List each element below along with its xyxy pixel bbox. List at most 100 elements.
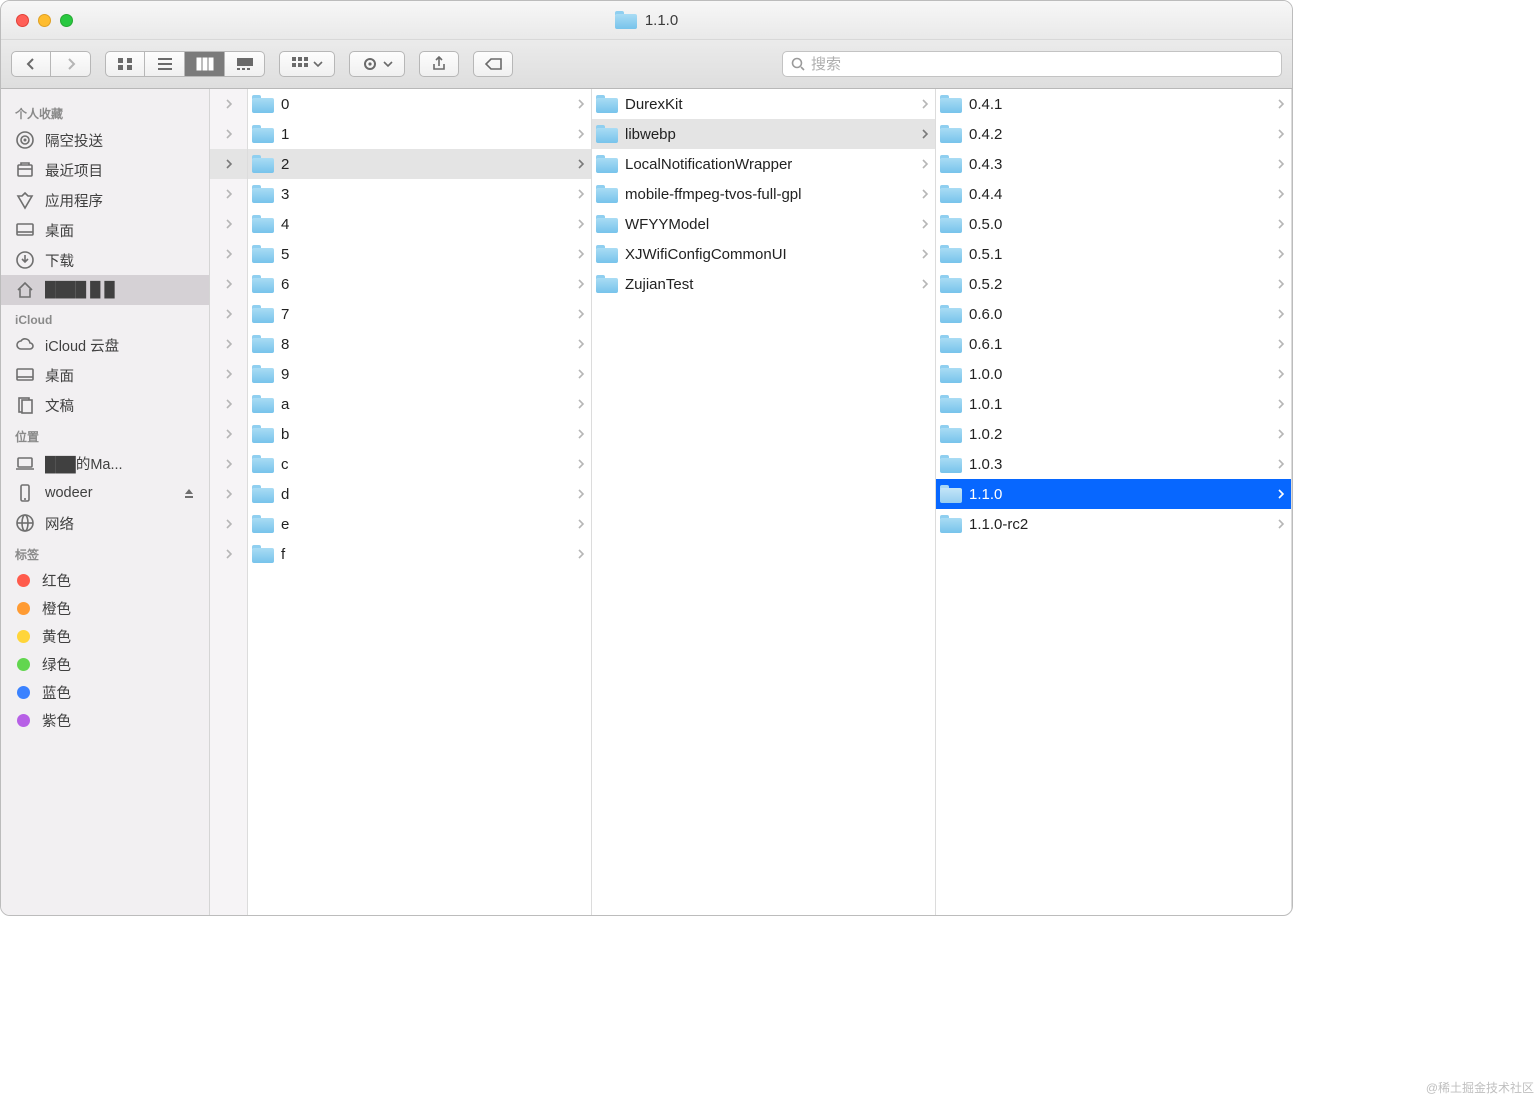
folder-row[interactable]: 8 [248, 329, 591, 359]
column-nav-chevron[interactable] [210, 449, 247, 479]
view-icons-button[interactable] [105, 51, 145, 77]
folder-row[interactable]: 0.4.2 [936, 119, 1291, 149]
column-nav-chevron[interactable] [210, 389, 247, 419]
close-button[interactable] [16, 14, 29, 27]
tag-item[interactable]: 橙色 [1, 594, 209, 622]
sidebar-item[interactable]: 应用程序 [1, 185, 209, 215]
folder-row[interactable]: 1 [248, 119, 591, 149]
column-nav-chevron[interactable] [210, 479, 247, 509]
tag-button[interactable] [473, 51, 513, 77]
folder-row[interactable]: 7 [248, 299, 591, 329]
column-nav-chevron[interactable] [210, 509, 247, 539]
sidebar-item[interactable]: 桌面 [1, 215, 209, 245]
folder-row[interactable]: 5 [248, 239, 591, 269]
folder-icon [252, 155, 274, 173]
tag-item[interactable]: 绿色 [1, 650, 209, 678]
sidebar-item-label: 最近项目 [45, 160, 103, 181]
sidebar-item[interactable]: ███的Ma... [1, 448, 209, 478]
folder-row[interactable]: 3 [248, 179, 591, 209]
downloads-icon [15, 250, 35, 270]
column-nav-chevron[interactable] [210, 299, 247, 329]
search-field[interactable] [782, 51, 1282, 77]
tag-item[interactable]: 紫色 [1, 706, 209, 734]
folder-row[interactable]: 0.5.2 [936, 269, 1291, 299]
tag-item[interactable]: 黄色 [1, 622, 209, 650]
folder-row[interactable]: 0.4.4 [936, 179, 1291, 209]
column-nav-chevron[interactable] [210, 269, 247, 299]
desktop-icon [15, 220, 35, 240]
sidebar-item[interactable]: 桌面 [1, 360, 209, 390]
folder-row[interactable]: 1.1.0 [936, 479, 1291, 509]
tag-item[interactable]: 蓝色 [1, 678, 209, 706]
folder-row[interactable]: libwebp [592, 119, 935, 149]
sidebar-item[interactable]: iCloud 云盘 [1, 330, 209, 360]
column-nav-chevron[interactable] [210, 419, 247, 449]
folder-row[interactable]: f [248, 539, 591, 569]
body: 个人收藏 隔空投送最近项目应用程序桌面下载████ █ █ iCloud iCl… [1, 89, 1292, 915]
folder-row[interactable]: 1.0.1 [936, 389, 1291, 419]
share-button[interactable] [419, 51, 459, 77]
tag-dot-icon [17, 686, 30, 699]
folder-row[interactable]: XJWifiConfigCommonUI [592, 239, 935, 269]
folder-row[interactable]: 2 [248, 149, 591, 179]
sidebar-item[interactable]: 下载 [1, 245, 209, 275]
sidebar-item[interactable]: 最近项目 [1, 155, 209, 185]
folder-row[interactable]: 0.6.1 [936, 329, 1291, 359]
folder-row[interactable]: 0.5.0 [936, 209, 1291, 239]
folder-row[interactable]: 0.5.1 [936, 239, 1291, 269]
sidebar-item[interactable]: 隔空投送 [1, 125, 209, 155]
folder-row[interactable]: LocalNotificationWrapper [592, 149, 935, 179]
folder-row[interactable]: 6 [248, 269, 591, 299]
column-nav-chevron[interactable] [210, 239, 247, 269]
column-nav-chevron[interactable] [210, 329, 247, 359]
sidebar-item[interactable]: wodeer [1, 478, 209, 508]
view-gallery-button[interactable] [225, 51, 265, 77]
folder-row[interactable]: ZujianTest [592, 269, 935, 299]
back-button[interactable] [11, 51, 51, 77]
folder-icon [596, 155, 618, 173]
sidebar-item[interactable]: ████ █ █ [1, 275, 209, 305]
search-input[interactable] [811, 56, 1273, 73]
arrange-button[interactable] [279, 51, 335, 77]
column-nav-chevron[interactable] [210, 149, 247, 179]
folder-row[interactable]: a [248, 389, 591, 419]
column-nav-chevron[interactable] [210, 179, 247, 209]
tag-dot-icon [17, 714, 30, 727]
folder-row[interactable]: mobile-ffmpeg-tvos-full-gpl [592, 179, 935, 209]
column-nav-chevron[interactable] [210, 539, 247, 569]
nav-buttons [11, 51, 91, 77]
forward-button[interactable] [51, 51, 91, 77]
maximize-button[interactable] [60, 14, 73, 27]
view-columns-button[interactable] [185, 51, 225, 77]
folder-row[interactable]: 1.1.0-rc2 [936, 509, 1291, 539]
folder-row[interactable]: b [248, 419, 591, 449]
minimize-button[interactable] [38, 14, 51, 27]
folder-row[interactable]: WFYYModel [592, 209, 935, 239]
column-nav-chevron[interactable] [210, 209, 247, 239]
folder-row[interactable]: 0.6.0 [936, 299, 1291, 329]
folder-row[interactable]: d [248, 479, 591, 509]
tag-item[interactable]: 红色 [1, 566, 209, 594]
column-nav-chevron[interactable] [210, 89, 247, 119]
folder-row[interactable]: e [248, 509, 591, 539]
folder-row[interactable]: 1.0.3 [936, 449, 1291, 479]
folder-row[interactable]: 9 [248, 359, 591, 389]
folder-row[interactable]: 4 [248, 209, 591, 239]
folder-row[interactable]: DurexKit [592, 89, 935, 119]
eject-icon[interactable] [183, 487, 195, 499]
folder-name: WFYYModel [625, 216, 709, 233]
folder-row[interactable]: 1.0.2 [936, 419, 1291, 449]
action-button[interactable] [349, 51, 405, 77]
folder-row[interactable]: 0.4.3 [936, 149, 1291, 179]
tag-label: 黄色 [42, 626, 71, 647]
column-nav-chevron[interactable] [210, 359, 247, 389]
folder-row[interactable]: 0 [248, 89, 591, 119]
sidebar-item[interactable]: 文稿 [1, 390, 209, 420]
sidebar-heading-favorites: 个人收藏 [1, 97, 209, 125]
column-nav-chevron[interactable] [210, 119, 247, 149]
folder-row[interactable]: c [248, 449, 591, 479]
folder-row[interactable]: 0.4.1 [936, 89, 1291, 119]
view-list-button[interactable] [145, 51, 185, 77]
folder-row[interactable]: 1.0.0 [936, 359, 1291, 389]
sidebar-item[interactable]: 网络 [1, 508, 209, 538]
